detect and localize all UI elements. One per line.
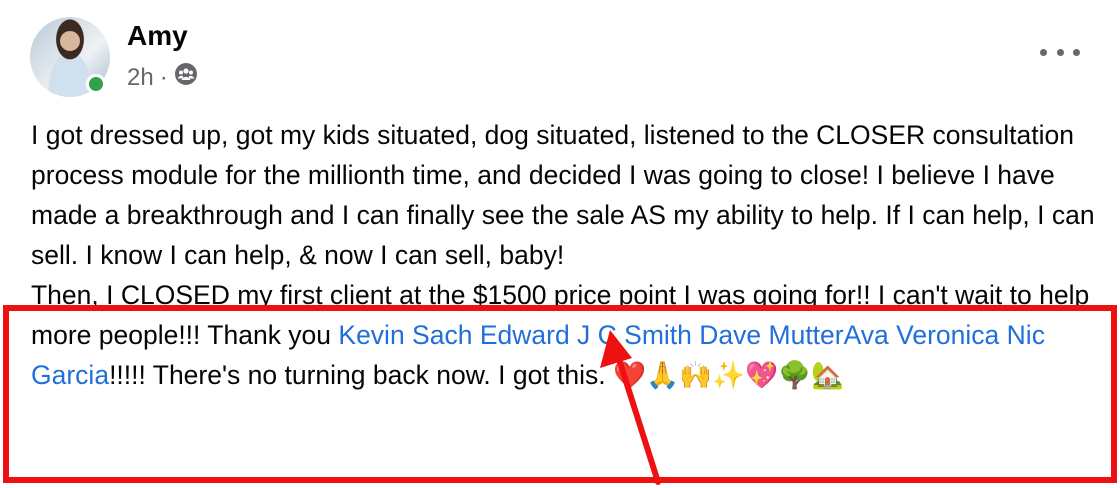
- post-body: I got dressed up, got my kids situated, …: [31, 115, 1101, 395]
- post-paragraph-2: Then, I CLOSED my first client at the $1…: [31, 275, 1101, 395]
- more-dot: [1040, 48, 1047, 56]
- online-status-icon: [86, 74, 106, 94]
- mention-dave-mutter[interactable]: Dave Mutter: [699, 320, 843, 350]
- more-dot: [1073, 48, 1080, 56]
- emoji-string: ❤️🙏🙌✨💖🌳🏡: [613, 360, 844, 390]
- post-time[interactable]: 2h: [127, 64, 154, 92]
- mention-edward-j-c-smith[interactable]: Edward J C Smith: [480, 320, 692, 350]
- post-meta: 2h ·: [127, 62, 198, 93]
- mention-ava-veronica[interactable]: Ava Veronica: [844, 320, 1000, 350]
- facebook-post: Amy 2h · I got dressed up, got my kids s…: [0, 0, 1120, 488]
- mention-kevin-sach[interactable]: Kevin Sach: [338, 320, 472, 350]
- paragraph-2-end: !!!!! There's no turning back now. I got…: [109, 360, 613, 390]
- more-options-button[interactable]: [1040, 40, 1080, 64]
- meta-separator: ·: [159, 63, 168, 91]
- friends-icon[interactable]: [174, 62, 198, 93]
- more-dot: [1056, 48, 1064, 56]
- author-name[interactable]: Amy: [127, 20, 188, 52]
- post-paragraph-1: I got dressed up, got my kids situated, …: [31, 120, 1095, 270]
